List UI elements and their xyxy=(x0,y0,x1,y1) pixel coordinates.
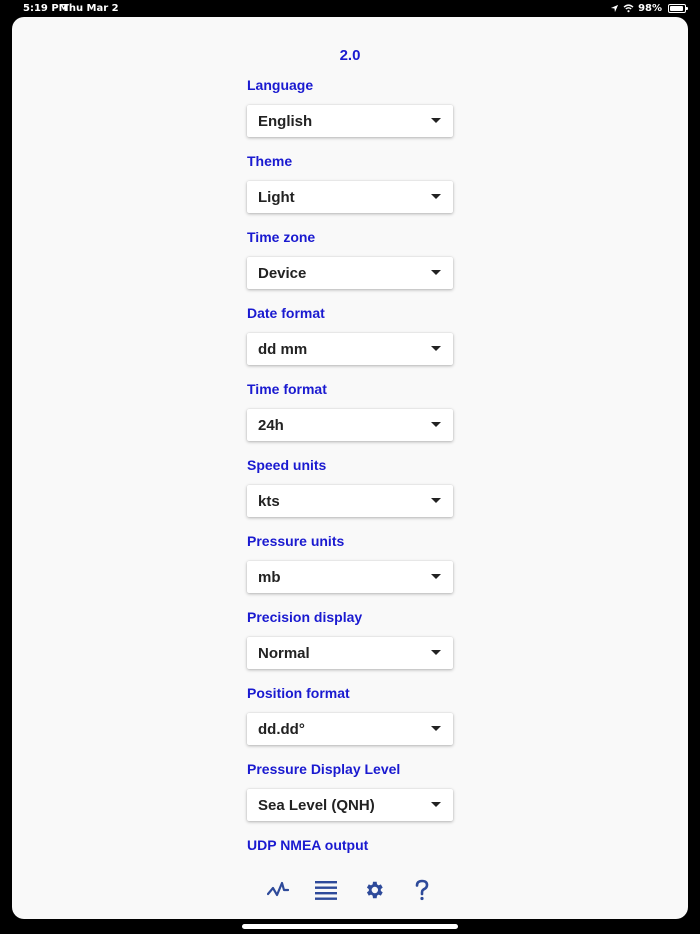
setting-speed-units: Speed units kts xyxy=(247,455,453,517)
settings-sheet: 2.0 Language English Theme Light Time zo… xyxy=(12,17,688,919)
dropdown-caret-icon xyxy=(431,422,441,427)
chart-icon xyxy=(267,881,289,897)
dropdown-caret-icon xyxy=(431,802,441,807)
dropdown-caret-icon xyxy=(431,650,441,655)
setting-label: Date format xyxy=(247,305,325,321)
time-format-select[interactable]: 24h xyxy=(247,409,453,441)
date-format-select[interactable]: dd mm xyxy=(247,333,453,365)
setting-label: Position format xyxy=(247,685,350,701)
location-arrow-icon xyxy=(610,4,619,13)
status-date: Thu Mar 2 xyxy=(62,3,119,14)
chart-nav-button[interactable] xyxy=(265,877,291,903)
setting-label: Language xyxy=(247,77,314,93)
setting-label: Precision display xyxy=(247,609,363,625)
setting-language: Language English xyxy=(247,75,453,137)
udp-nmea-output-label: UDP NMEA output xyxy=(247,837,369,853)
setting-position-format: Position format dd.dd° xyxy=(247,683,453,745)
settings-gear-icon xyxy=(366,881,383,899)
setting-label: Pressure units xyxy=(247,533,345,549)
select-value: dd mm xyxy=(258,340,308,358)
list-nav-button[interactable] xyxy=(313,877,339,903)
list-icon xyxy=(315,881,337,900)
battery-icon xyxy=(668,4,688,13)
setting-label: Speed units xyxy=(247,457,327,473)
dropdown-caret-icon xyxy=(431,726,441,731)
bottom-nav xyxy=(12,877,688,907)
theme-select[interactable]: Light xyxy=(247,181,453,213)
home-indicator[interactable] xyxy=(242,924,458,929)
setting-label: Pressure Display Level xyxy=(247,761,401,777)
wifi-icon xyxy=(623,4,634,13)
setting-pressure-display-level: Pressure Display Level Sea Level (QNH) xyxy=(247,759,453,821)
setting-pressure-units: Pressure units mb xyxy=(247,531,453,593)
setting-label: Time zone xyxy=(247,229,316,245)
position-format-select[interactable]: dd.dd° xyxy=(247,713,453,745)
settings-nav-button[interactable] xyxy=(361,877,387,903)
select-value: 24h xyxy=(258,416,284,434)
help-question-icon xyxy=(415,879,429,901)
precision-display-select[interactable]: Normal xyxy=(247,637,453,669)
dropdown-caret-icon xyxy=(431,346,441,351)
help-nav-button[interactable] xyxy=(409,877,435,903)
speed-units-select[interactable]: kts xyxy=(247,485,453,517)
select-value: kts xyxy=(258,492,280,510)
time-zone-select[interactable]: Device xyxy=(247,257,453,289)
pressure-display-level-select[interactable]: Sea Level (QNH) xyxy=(247,789,453,821)
select-value: Sea Level (QNH) xyxy=(258,796,375,814)
select-value: English xyxy=(258,112,313,130)
setting-precision-display: Precision display Normal xyxy=(247,607,453,669)
dropdown-caret-icon xyxy=(431,118,441,123)
select-value: Device xyxy=(258,264,307,282)
battery-percent: 98% xyxy=(638,3,662,14)
setting-label: Time format xyxy=(247,381,327,397)
version-label: 2.0 xyxy=(339,47,361,64)
setting-time-zone: Time zone Device xyxy=(247,227,453,289)
dropdown-caret-icon xyxy=(431,574,441,579)
dropdown-caret-icon xyxy=(431,270,441,275)
language-select[interactable]: English xyxy=(247,105,453,137)
select-value: Light xyxy=(258,188,295,206)
select-value: mb xyxy=(258,568,281,586)
select-value: Normal xyxy=(258,644,310,662)
setting-label: Theme xyxy=(247,153,293,169)
settings-form: Language English Theme Light Time zone D… xyxy=(247,75,453,855)
dropdown-caret-icon xyxy=(431,194,441,199)
dropdown-caret-icon xyxy=(431,498,441,503)
status-bar: 5:19 PM Thu Mar 2 98% xyxy=(0,0,700,16)
status-indicators: 98% xyxy=(610,3,688,14)
setting-time-format: Time format 24h xyxy=(247,379,453,441)
select-value: dd.dd° xyxy=(258,720,305,738)
setting-date-format: Date format dd mm xyxy=(247,303,453,365)
setting-theme: Theme Light xyxy=(247,151,453,213)
pressure-units-select[interactable]: mb xyxy=(247,561,453,593)
